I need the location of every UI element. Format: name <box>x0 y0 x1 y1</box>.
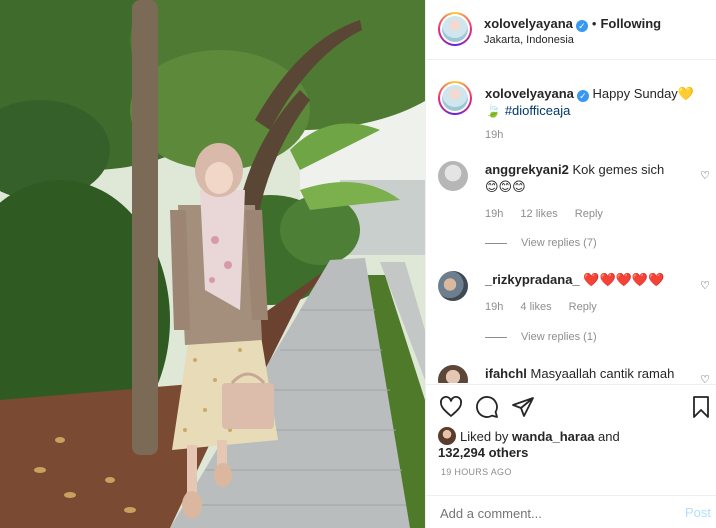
caption-author-avatar-image <box>442 85 468 111</box>
liker-avatar[interactable] <box>438 427 456 445</box>
likes-and: and <box>598 429 620 444</box>
view-replies-line <box>485 242 507 244</box>
commenter-username[interactable]: _rizkypradana_ <box>485 272 580 287</box>
commenter-avatar[interactable] <box>438 161 468 191</box>
comment-item: anggrekyani2 Kok gemes sich 😊😊😊 ♡ 19h 12… <box>438 161 710 261</box>
view-replies-label: View replies (7) <box>521 237 597 249</box>
leaf-emoji: 🍃 <box>485 103 502 118</box>
comment-meta: 19h 4 likes Reply <box>485 301 611 313</box>
post-photo-illustration <box>0 0 425 528</box>
author-avatar-image <box>442 16 468 42</box>
comment-item: ifahchl Masyaallah cantik ramah ♡ <box>438 365 710 383</box>
separator-dot: • <box>591 16 597 31</box>
author-info: xolovelyayana ✓ • Following Jakarta, Indone… <box>484 16 709 48</box>
likes-prefix: Liked by <box>460 429 509 444</box>
post-comment-button[interactable]: Post <box>685 505 711 520</box>
comment-likes[interactable]: 12 likes <box>520 208 557 220</box>
comment-text: ❤️❤️❤️❤️❤️ <box>583 272 665 287</box>
comment-time[interactable]: 19h <box>485 208 503 220</box>
caption-author-username[interactable]: xolovelyayana <box>485 86 574 101</box>
comment-text: Kok gemes sich <box>572 162 665 177</box>
caption-text: Happy Sunday💛 <box>592 86 694 101</box>
verified-badge-icon: ✓ <box>576 90 589 102</box>
post-header: xolovelyayana ✓ • Following Jakarta, Indone… <box>426 0 716 60</box>
commenter-username[interactable]: anggrekyani2 <box>485 162 569 177</box>
caption-time[interactable]: 19h <box>485 129 503 141</box>
following-button[interactable]: Following <box>600 16 661 31</box>
author-avatar[interactable] <box>438 12 472 46</box>
view-replies-button[interactable]: View replies (1) <box>485 331 597 343</box>
comment-emoji: 😊😊😊 <box>485 179 526 194</box>
likes-summary: Liked by wanda_haraa and 132,294 others <box>438 427 708 461</box>
comment-like-heart-icon[interactable]: ♡ <box>700 373 710 383</box>
liker-username[interactable]: wanda_haraa <box>512 429 594 444</box>
commenter-username[interactable]: ifahchl <box>485 366 527 381</box>
comment-body: anggrekyani2 Kok gemes sich 😊😊😊 <box>485 161 685 195</box>
post-actions: Liked by wanda_haraa and 132,294 others … <box>426 384 716 484</box>
heart-icon[interactable] <box>439 395 463 419</box>
bookmark-icon[interactable] <box>689 395 713 419</box>
author-username[interactable]: xolovelyayana <box>484 16 573 31</box>
view-replies-line <box>485 336 507 338</box>
comment-like-heart-icon[interactable]: ♡ <box>700 279 710 292</box>
add-comment-bar: Post <box>426 495 716 528</box>
caption-hashtag[interactable]: #diofficeaja <box>505 103 571 118</box>
comment-body: ifahchl Masyaallah cantik ramah <box>485 365 685 382</box>
comment-time[interactable]: 19h <box>485 301 503 313</box>
post-location[interactable]: Jakarta, Indonesia <box>484 32 709 48</box>
caption-author-avatar[interactable] <box>438 81 472 115</box>
comment-input[interactable] <box>440 506 660 521</box>
view-replies-label: View replies (1) <box>521 331 597 343</box>
comment-text: Masyaallah cantik ramah <box>530 366 675 381</box>
likes-others-count[interactable]: 132,294 others <box>438 445 528 460</box>
view-replies-button[interactable]: View replies (7) <box>485 237 597 249</box>
comment-likes[interactable]: 4 likes <box>520 301 551 313</box>
comment-body: _rizkypradana_ ❤️❤️❤️❤️❤️ <box>485 271 685 288</box>
post-photo[interactable] <box>0 0 425 528</box>
post-timestamp[interactable]: 19 HOURS AGO <box>441 467 512 477</box>
commenter-avatar[interactable] <box>438 271 468 301</box>
verified-badge-icon: ✓ <box>575 20 588 32</box>
comment-reply-button[interactable]: Reply <box>575 208 603 220</box>
post-side-panel: xolovelyayana ✓ • Following Jakarta, Indone… <box>425 0 716 528</box>
comment-item: _rizkypradana_ ❤️❤️❤️❤️❤️ ♡ 19h 4 likes … <box>438 271 710 361</box>
comment-icon[interactable] <box>475 395 499 419</box>
caption-text-block: xolovelyayana ✓ Happy Sunday💛 🍃 #dioffice… <box>485 85 705 119</box>
comments-list[interactable]: xolovelyayana ✓ Happy Sunday💛 🍃 #dioffice… <box>426 61 716 383</box>
comment-like-heart-icon[interactable]: ♡ <box>700 169 710 182</box>
comment-meta: 19h 12 likes Reply <box>485 208 617 220</box>
comment-reply-button[interactable]: Reply <box>569 301 597 313</box>
paper-plane-icon[interactable] <box>511 395 535 419</box>
commenter-avatar[interactable] <box>438 365 468 383</box>
